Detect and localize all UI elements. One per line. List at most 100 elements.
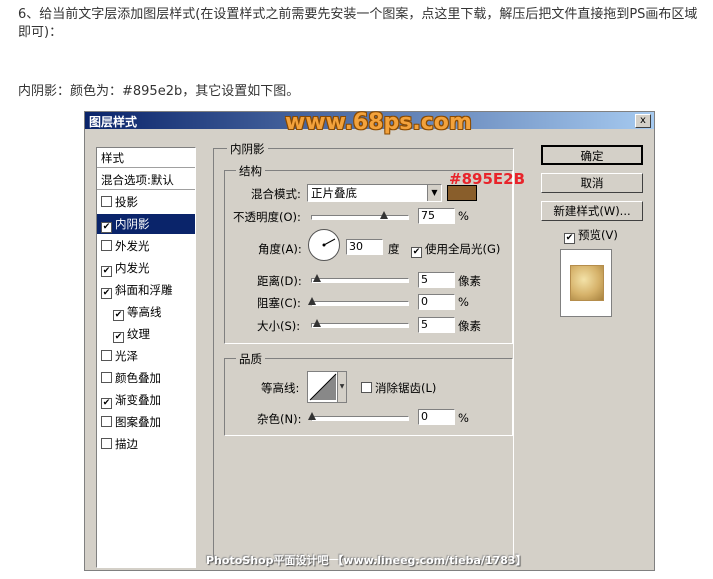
antialias-checkbox[interactable] bbox=[361, 382, 372, 393]
distance-unit: 像素 bbox=[458, 274, 481, 288]
choke-input[interactable]: 0 bbox=[418, 294, 455, 310]
blend-mode-label: 混合模式: bbox=[251, 187, 301, 201]
style-item-checkbox[interactable] bbox=[101, 372, 112, 383]
style-item-checkbox[interactable]: ✔ bbox=[101, 398, 112, 409]
style-item-2[interactable]: 外发光 bbox=[97, 236, 195, 256]
opacity-unit: % bbox=[458, 209, 469, 223]
noise-slider[interactable] bbox=[308, 412, 409, 421]
chevron-down-icon[interactable]: ▼ bbox=[337, 372, 346, 402]
style-item-5[interactable]: ✔ 等高线 bbox=[97, 302, 195, 322]
style-item-checkbox[interactable]: ✔ bbox=[101, 266, 112, 277]
style-item-checkbox[interactable] bbox=[101, 350, 112, 361]
style-item-checkbox[interactable] bbox=[101, 438, 112, 449]
distance-slider[interactable] bbox=[311, 274, 409, 283]
intro-text: 6、给当前文字层添加图层样式(在设置样式之前需要先安装一个图案，点这里下载，解压… bbox=[18, 7, 698, 40]
size-slider-knob[interactable] bbox=[313, 319, 321, 327]
style-item-8[interactable]: 颜色叠加 bbox=[97, 368, 195, 388]
angle-unit: 度 bbox=[388, 242, 400, 256]
angle-input[interactable]: 30 bbox=[346, 239, 383, 255]
style-item-1[interactable]: ✔ 内阴影 bbox=[97, 214, 195, 234]
opacity-slider-knob[interactable] bbox=[380, 211, 388, 219]
distance-label: 距离(D): bbox=[257, 274, 302, 288]
style-item-label: 内阴影 bbox=[115, 217, 150, 231]
style-item-7[interactable]: 光泽 bbox=[97, 346, 195, 366]
opacity-input[interactable]: 75 bbox=[418, 208, 455, 224]
style-item-checkbox[interactable]: ✔ bbox=[101, 288, 112, 299]
style-item-checkbox[interactable] bbox=[101, 416, 112, 427]
layer-style-dialog: 图层样式 x www.68ps.com 样式 混合选项:默认 投影 ✔ 内阴影 外发光… bbox=[84, 110, 655, 571]
style-item-label: 斜面和浮雕 bbox=[115, 283, 173, 297]
opacity-slider[interactable] bbox=[311, 211, 409, 220]
style-item-label: 渐变叠加 bbox=[115, 393, 161, 407]
antialias-toggle[interactable]: 消除锯齿(L) bbox=[361, 380, 436, 396]
style-item-label: 内发光 bbox=[115, 261, 150, 275]
style-item-label: 等高线 bbox=[127, 305, 162, 319]
style-item-checkbox[interactable] bbox=[101, 196, 112, 207]
opacity-label: 不透明度(O): bbox=[233, 210, 301, 224]
style-item-9[interactable]: ✔ 渐变叠加 bbox=[97, 390, 195, 410]
shadow-color-swatch[interactable] bbox=[447, 185, 477, 201]
footer-credit: PhotoShop平面设计吧 【www.lineeg.com/tieba/178… bbox=[206, 554, 527, 567]
style-item-label: 光泽 bbox=[115, 349, 138, 363]
noise-slider-knob[interactable] bbox=[308, 412, 316, 420]
noise-input[interactable]: 0 bbox=[418, 409, 455, 425]
inner-shadow-title: 内阴影 bbox=[227, 141, 268, 157]
blend-mode-select[interactable]: 正片叠底 ▼ bbox=[307, 184, 442, 202]
ok-button[interactable]: 确定 bbox=[541, 145, 643, 165]
size-slider[interactable] bbox=[311, 319, 409, 328]
choke-slider-knob[interactable] bbox=[308, 297, 316, 305]
style-item-checkbox[interactable] bbox=[101, 240, 112, 251]
style-item-label: 纹理 bbox=[127, 327, 150, 341]
style-item-label: 外发光 bbox=[115, 239, 150, 253]
size-label: 大小(S): bbox=[257, 319, 301, 333]
global-light-checkbox[interactable]: ✔ bbox=[411, 247, 422, 258]
new-style-button[interactable]: 新建样式(W)... bbox=[541, 201, 643, 221]
quality-title: 品质 bbox=[236, 351, 265, 367]
noise-label: 杂色(N): bbox=[257, 412, 302, 426]
style-item-6[interactable]: ✔ 纹理 bbox=[97, 324, 195, 344]
angle-label: 角度(A): bbox=[258, 242, 302, 256]
style-item-label: 投影 bbox=[115, 195, 138, 209]
contour-linear-icon bbox=[309, 373, 337, 401]
style-item-label: 描边 bbox=[115, 437, 138, 451]
style-item-label: 颜色叠加 bbox=[115, 371, 161, 385]
chevron-down-icon[interactable]: ▼ bbox=[427, 185, 441, 201]
blend-mode-value: 正片叠底 bbox=[311, 186, 357, 200]
choke-unit: % bbox=[458, 295, 469, 309]
preview-checkbox[interactable]: ✔ bbox=[564, 233, 575, 244]
style-item-3[interactable]: ✔ 内发光 bbox=[97, 258, 195, 278]
distance-slider-knob[interactable] bbox=[313, 274, 321, 282]
antialias-label: 消除锯齿(L) bbox=[375, 381, 437, 395]
preview-toggle[interactable]: ✔ 预览(V) bbox=[564, 227, 618, 244]
contour-label: 等高线: bbox=[261, 381, 300, 395]
structure-title: 结构 bbox=[236, 163, 265, 179]
style-item-checkbox[interactable]: ✔ bbox=[113, 310, 124, 321]
style-item-0[interactable]: 投影 bbox=[97, 192, 195, 212]
inner-shadow-note: 内阴影：颜色为：#895e2b，其它设置如下图。 bbox=[18, 84, 300, 99]
choke-label: 阻塞(C): bbox=[257, 296, 301, 310]
style-preview bbox=[560, 249, 612, 317]
style-item-checkbox[interactable]: ✔ bbox=[101, 222, 112, 233]
global-light-label: 使用全局光(G) bbox=[425, 242, 501, 256]
style-item-label: 图案叠加 bbox=[115, 415, 161, 429]
styles-header[interactable]: 样式 bbox=[97, 148, 195, 168]
noise-unit: % bbox=[458, 411, 469, 425]
watermark-logo: www.68ps.com bbox=[285, 110, 472, 135]
style-item-4[interactable]: ✔ 斜面和浮雕 bbox=[97, 280, 195, 300]
size-input[interactable]: 5 bbox=[418, 317, 455, 333]
dialog-title: 图层样式 bbox=[89, 115, 138, 129]
contour-picker[interactable]: ▼ bbox=[307, 371, 347, 403]
style-item-11[interactable]: 描边 bbox=[97, 434, 195, 454]
angle-dial[interactable] bbox=[308, 229, 340, 261]
style-item-10[interactable]: 图案叠加 bbox=[97, 412, 195, 432]
style-item-checkbox[interactable]: ✔ bbox=[113, 332, 124, 343]
distance-input[interactable]: 5 bbox=[418, 272, 455, 288]
close-button[interactable]: x bbox=[635, 114, 651, 128]
choke-slider[interactable] bbox=[308, 297, 409, 306]
global-light-toggle[interactable]: ✔ 使用全局光(G) bbox=[411, 241, 500, 258]
size-unit: 像素 bbox=[458, 319, 481, 333]
cancel-button[interactable]: 取消 bbox=[541, 173, 643, 193]
styles-list: 样式 混合选项:默认 投影 ✔ 内阴影 外发光 ✔ 内发光 ✔ 斜面和浮雕 ✔ 等高线 ✔ 纹理 光泽颜… bbox=[96, 147, 196, 568]
preview-label: 预览(V) bbox=[578, 228, 618, 242]
blend-options-item[interactable]: 混合选项:默认 bbox=[97, 170, 195, 190]
